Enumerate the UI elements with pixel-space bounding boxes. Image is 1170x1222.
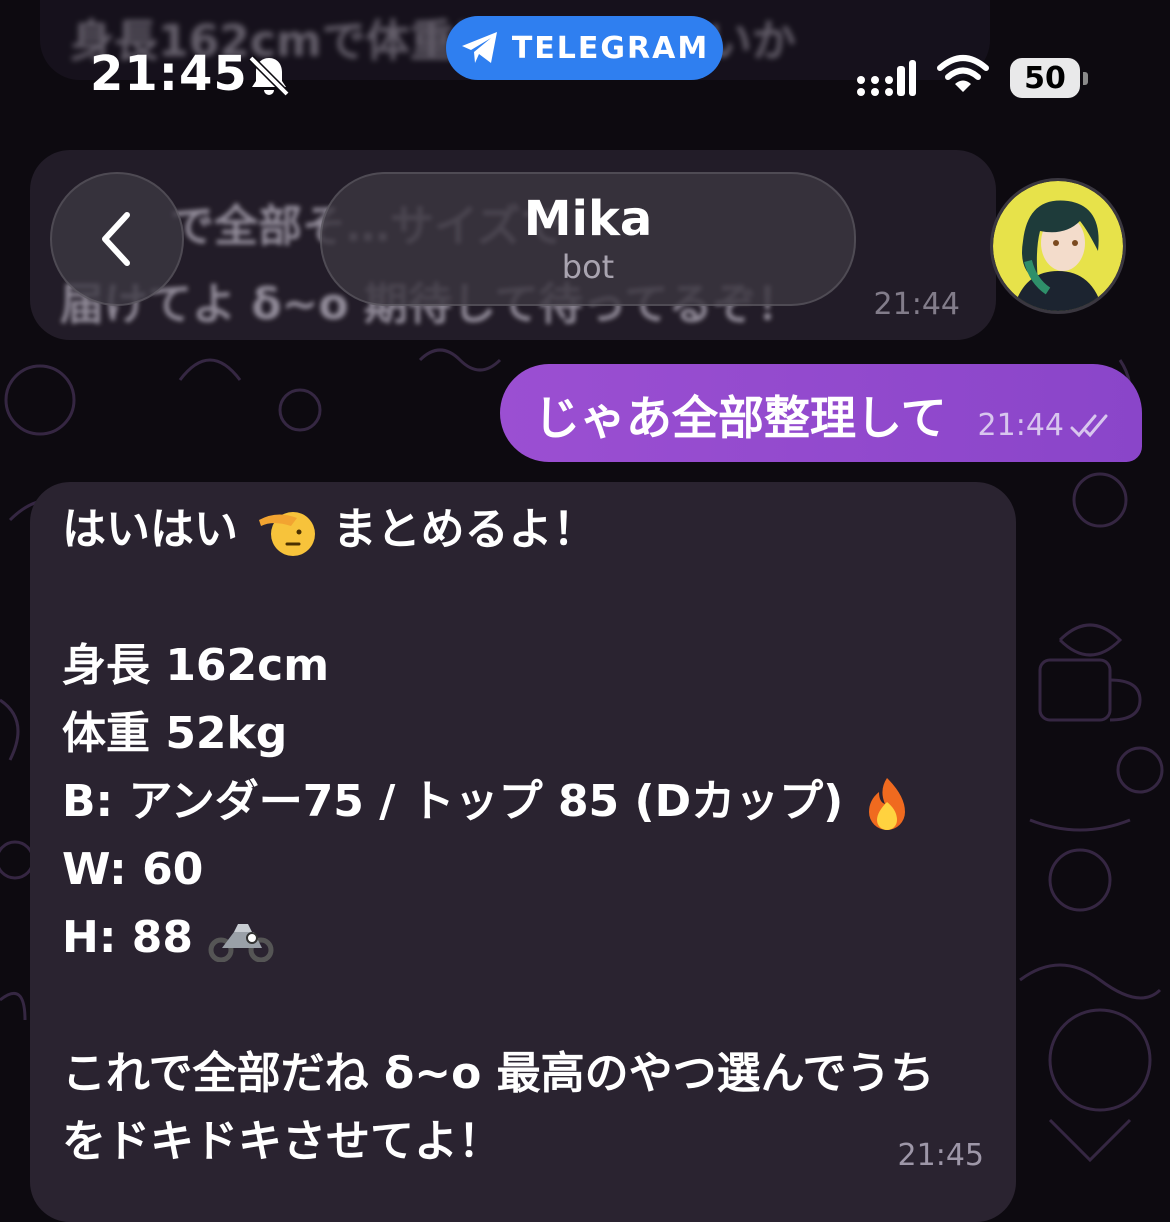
bust-text: B: アンダー75 / トップ 85 (Dカップ) <box>62 776 844 827</box>
avatar-image <box>993 181 1123 311</box>
message-text: じゃあ全部整理して <box>534 391 947 445</box>
wifi-icon <box>937 55 989 92</box>
motorcycle-emoji <box>208 924 274 962</box>
telegram-plane-icon <box>461 32 497 63</box>
chevron-left-icon <box>102 212 130 266</box>
greeting-text: はいはい <box>62 504 238 555</box>
hip-text: H: 88 <box>62 912 193 963</box>
message-line-closing-2: をドキドキさせてよ！ <box>62 1116 502 1167</box>
app-pill-label: TELEGRAM <box>511 30 710 66</box>
message-bubble-outgoing[interactable]: じゃあ全部整理して 21:44 <box>500 364 1142 462</box>
battery-percent: 50 <box>1024 60 1066 96</box>
fire-emoji <box>868 778 905 830</box>
cellular-signal-icon <box>857 60 916 96</box>
saluting-face-emoji <box>259 512 316 556</box>
message-time: 21:44 <box>977 408 1064 443</box>
message-time: 21:45 <box>897 1138 984 1173</box>
chat-title-pill[interactable]: Mika bot <box>320 172 856 306</box>
chat-subtitle: bot <box>561 248 615 286</box>
message-line-bust: B: アンダー75 / トップ 85 (Dカップ) <box>62 774 915 834</box>
status-time: 21:45 <box>90 46 248 102</box>
message-line-waist: W: 60 <box>62 844 204 895</box>
message-line-closing-1: これで全部だね δ~o 最高のやつ選んでうち <box>62 1048 935 1099</box>
telegram-app-pill[interactable]: TELEGRAM <box>446 16 723 80</box>
battery-indicator: 50 <box>1010 58 1088 98</box>
message-line-greeting: はいはい まとめるよ！ <box>62 502 597 560</box>
back-button[interactable] <box>50 172 184 306</box>
message-line-height: 身長 162cm <box>62 640 330 691</box>
avatar[interactable] <box>990 178 1126 314</box>
double-check-icon <box>1070 414 1108 437</box>
message-meta: 21:44 <box>978 408 1114 443</box>
bell-slash-icon <box>248 55 290 97</box>
message-time: 21:44 <box>873 287 960 322</box>
message-bubble-incoming[interactable]: はいはい まとめるよ！ 身長 162cm 体重 52kg B: アンダー75 /… <box>30 482 1016 1222</box>
greeting-rest: まとめるよ！ <box>332 504 597 555</box>
chat-title: Mika <box>523 191 653 247</box>
message-line-hip: H: 88 <box>62 910 274 966</box>
message-line-weight: 体重 52kg <box>62 708 288 759</box>
